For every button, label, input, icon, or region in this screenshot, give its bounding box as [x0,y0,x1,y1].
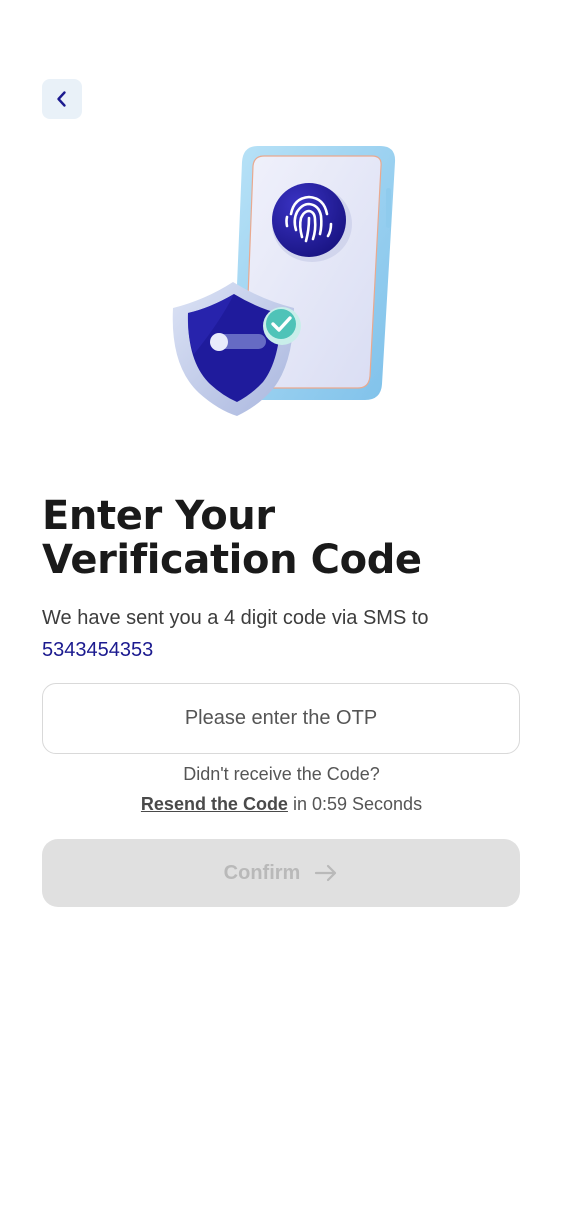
chevron-left-icon [57,91,66,107]
confirm-label: Confirm [223,861,301,884]
resend-question: Didn't receive the Code? [183,764,380,784]
page-title: Enter Your Verification Code [42,493,422,583]
subtitle-text: We have sent you a 4 digit code via SMS … [42,607,429,629]
otp-input[interactable] [42,683,520,754]
resend-row: Resend the Code in 0:59 Seconds [0,794,563,815]
confirm-button[interactable]: Confirm [42,839,520,907]
phone-number: 5343454353 [42,639,154,661]
back-button[interactable] [42,79,82,119]
phone-fingerprint-shield-illustration [172,146,396,416]
resend-code-link[interactable]: Resend the Code [141,794,288,814]
resend-timer: in 0:59 Seconds [292,794,423,814]
verification-description: We have sent you a 4 digit code via SMS … [42,602,522,666]
arrow-right-icon [315,864,337,882]
check-badge-icon [263,307,301,345]
